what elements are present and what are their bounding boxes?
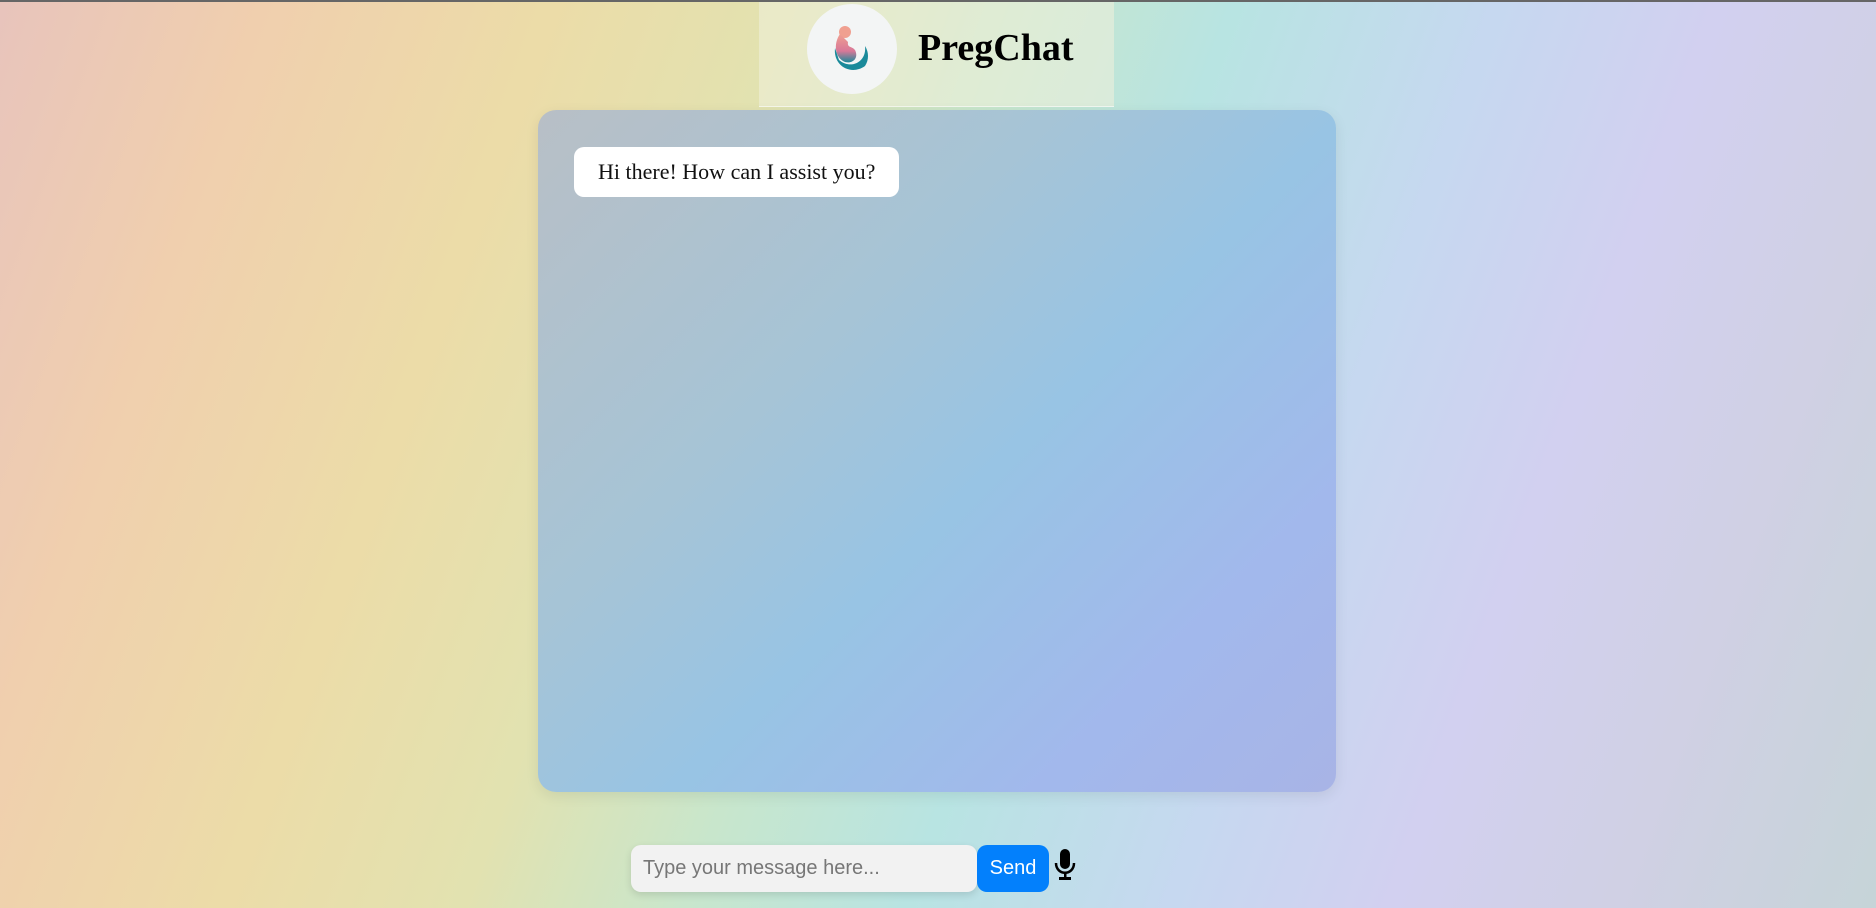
microphone-icon[interactable]: [1054, 848, 1076, 882]
app-title: PregChat: [918, 27, 1074, 69]
send-button[interactable]: Send: [977, 845, 1049, 892]
chat-window: Hi there! How can I assist you?: [538, 110, 1336, 792]
logo: [807, 4, 897, 94]
message-input[interactable]: [631, 845, 977, 892]
header: PregChat: [759, 2, 1114, 107]
bot-message: Hi there! How can I assist you?: [574, 147, 900, 197]
mother-baby-logo-icon: [834, 26, 868, 70]
